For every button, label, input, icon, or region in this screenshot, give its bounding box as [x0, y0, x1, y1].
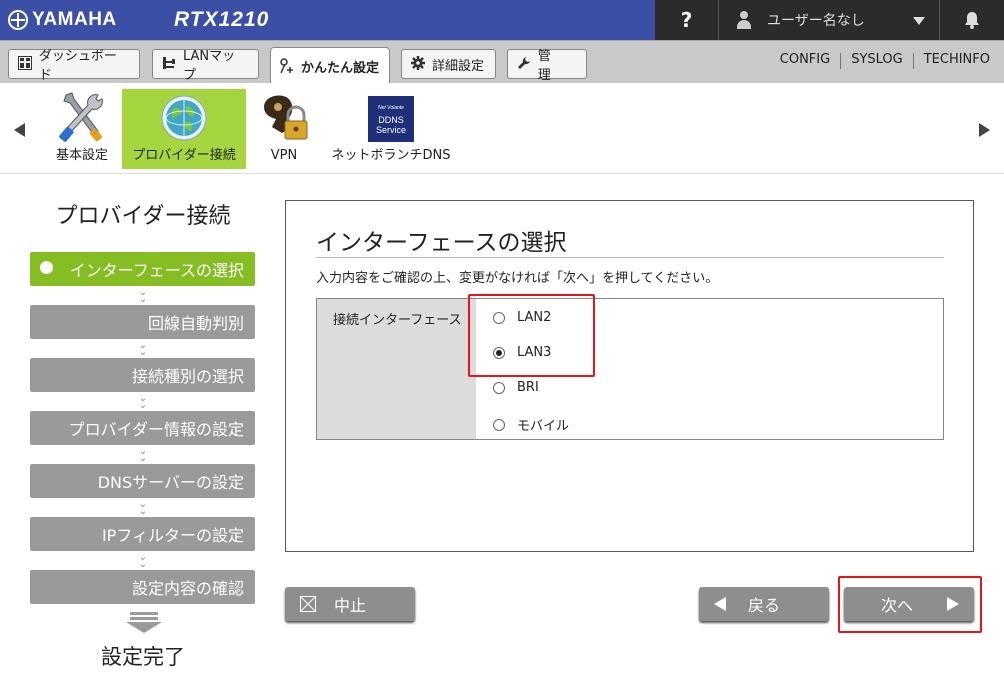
vpn-lock-icon — [264, 95, 308, 140]
globe-icon — [161, 95, 207, 141]
tab-management[interactable]: 管 理 — [507, 49, 587, 83]
button-label: 戻る — [747, 596, 780, 615]
current-step-dot — [40, 261, 53, 274]
notification-button[interactable] — [940, 0, 1004, 40]
tab-advanced[interactable]: 詳細設定 — [401, 49, 496, 79]
feature-vpn[interactable]: VPN — [256, 89, 312, 169]
badge-line1: DDNS — [378, 115, 404, 125]
step-label: 回線自動判別 — [147, 314, 244, 333]
chevron-down-icon: ⌄ ⌄ — [138, 287, 148, 305]
step-label: プロバイダー情報の設定 — [68, 420, 244, 439]
lanmap-icon — [161, 56, 177, 72]
chevron-down-icon: ⌄ ⌄ — [138, 499, 148, 517]
config-link[interactable]: CONFIG — [770, 52, 840, 69]
tab-label: ダッシュボード — [38, 49, 117, 83]
radio-button[interactable] — [493, 381, 505, 394]
step-connection-type: 接続種別の選択 — [30, 358, 255, 392]
syslog-link[interactable]: SYSLOG — [841, 52, 913, 69]
feature-basic-settings[interactable]: 基本設定 — [52, 89, 112, 169]
tab-lanmap[interactable]: LANマップ — [152, 49, 259, 83]
chevron-down-icon: ⌄ ⌄ — [138, 446, 148, 464]
feature-strip: 基本設定 プロバイダー接続 VPN Net Volante DDNS Servi… — [0, 83, 1004, 174]
yamaha-logo: YAMAHA — [8, 9, 117, 31]
step-label: 設定内容の確認 — [131, 579, 244, 598]
down-arrow-icon — [126, 612, 162, 633]
field-label: 接続インターフェース — [317, 299, 476, 439]
badge-brand: Net Volante — [378, 105, 404, 111]
feature-label: ネットボランチDNS — [331, 148, 451, 163]
tab-label: LANマップ — [182, 49, 236, 83]
chevron-down-icon: ⌄ ⌄ — [138, 393, 148, 411]
main-nav: ダッシュボード LANマップ かんたん設定 詳細設定 管 理 CONFIG SY… — [0, 40, 1004, 84]
utility-links: CONFIG SYSLOG TECHINFO — [770, 52, 990, 69]
step-ip-filter: IPフィルターの設定 — [30, 517, 255, 551]
tab-label: 詳細設定 — [432, 58, 485, 74]
badge-line2: Service — [375, 125, 406, 135]
feature-label: プロバイダー接続 — [132, 148, 236, 163]
step-line-detect: 回線自動判別 — [30, 305, 255, 339]
highlight-box — [838, 576, 982, 633]
button-label: 中止 — [333, 596, 366, 615]
interface-select-panel: インターフェースの選択 入力内容をご確認の上、変更がなければ「次へ」を押してくだ… — [285, 200, 974, 552]
divider — [316, 257, 944, 258]
chevron-down-icon: ⌄ ⌄ — [138, 340, 148, 358]
step-dns-server: DNSサーバーの設定 — [30, 464, 255, 498]
back-button[interactable]: 戻る — [699, 587, 829, 621]
gear-icon — [410, 56, 426, 72]
step-confirm: 設定内容の確認 — [30, 570, 255, 604]
chevron-down-icon — [913, 17, 925, 25]
option-label: BRI — [517, 380, 539, 395]
feature-label: 基本設定 — [55, 148, 108, 163]
step-interface-select: インターフェースの選択 — [30, 252, 255, 286]
techinfo-link[interactable]: TECHINFO — [914, 52, 990, 69]
step-provider-info: プロバイダー情報の設定 — [30, 411, 255, 445]
radio-button[interactable] — [493, 418, 505, 431]
user-icon — [737, 11, 751, 29]
user-name: ユーザー名なし — [767, 13, 865, 29]
chevron-down-icon: ⌄ ⌄ — [138, 552, 148, 570]
page-title: インターフェースの選択 — [316, 230, 567, 256]
user-area: ? ユーザー名なし — [655, 0, 1004, 40]
cancel-button[interactable]: 中止 — [285, 587, 415, 621]
top-bar: YAMAHA RTX1210 ? ユーザー名なし — [0, 0, 1004, 40]
wrench-icon — [516, 56, 532, 72]
feature-label: VPN — [270, 148, 298, 163]
tab-label: 管 理 — [537, 49, 564, 83]
help-button[interactable]: ? — [655, 0, 719, 40]
ddns-service-icon: Net Volante DDNS Service — [368, 96, 414, 142]
done-label: 設定完了 — [101, 645, 185, 669]
brand-label: YAMAHA — [32, 9, 117, 30]
tab-dashboard[interactable]: ダッシュボード — [8, 49, 140, 83]
scroll-right-icon[interactable] — [979, 123, 990, 137]
feature-netvolante-dns[interactable]: Net Volante DDNS Service ネットボランチDNS — [322, 89, 460, 169]
wizard-icon — [279, 58, 295, 74]
tab-label: かんたん設定 — [301, 60, 380, 76]
scroll-left-icon[interactable] — [14, 123, 25, 137]
option-bri[interactable]: BRI — [493, 380, 539, 395]
dashboard-icon — [17, 56, 33, 72]
tab-easy-setup[interactable]: かんたん設定 — [270, 47, 390, 84]
wizard-title: プロバイダー接続 — [55, 204, 231, 229]
step-label: IPフィルターの設定 — [101, 526, 244, 545]
step-label: DNSサーバーの設定 — [97, 473, 244, 492]
tools-icon — [59, 92, 103, 142]
option-label: モバイル — [517, 419, 570, 434]
model-name: RTX1210 — [174, 8, 270, 31]
option-mobile[interactable]: モバイル — [493, 415, 569, 434]
highlight-box — [468, 294, 595, 377]
instruction-text: 入力内容をご確認の上、変更がなければ「次へ」を押してください。 — [316, 271, 719, 286]
step-label: 接続種別の選択 — [131, 367, 244, 386]
tuning-fork-icon — [8, 10, 28, 30]
feature-provider-connection[interactable]: プロバイダー接続 — [122, 89, 246, 169]
interface-form: 接続インターフェース LAN2 LAN3 BRI モバイル — [316, 298, 944, 440]
step-label: インターフェースの選択 — [69, 261, 244, 280]
user-menu[interactable]: ユーザー名なし — [719, 0, 940, 40]
bell-icon — [965, 12, 979, 29]
